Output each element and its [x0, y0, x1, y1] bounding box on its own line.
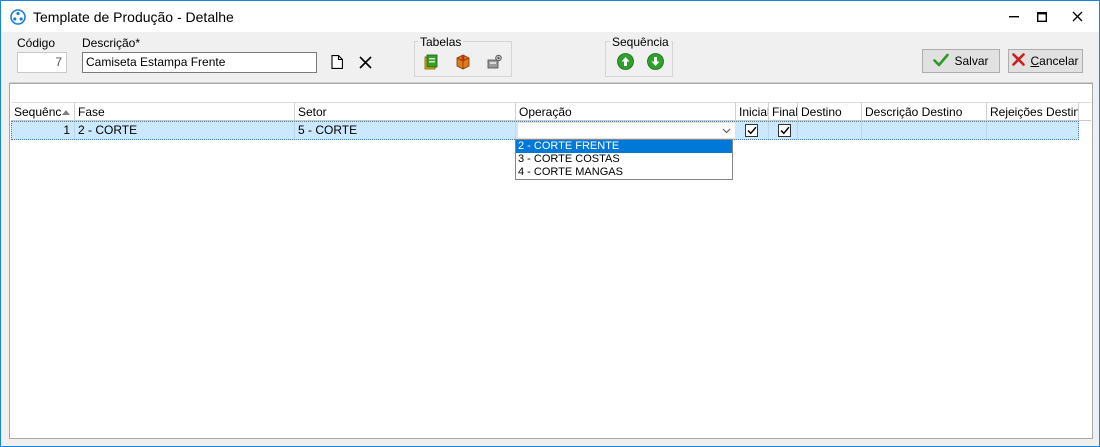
- descricao-field[interactable]: Camiseta Estampa Frente: [82, 52, 317, 73]
- cell-fase: 2 - CORTE: [75, 122, 295, 139]
- column-header-final[interactable]: Final: [769, 103, 798, 121]
- table-row[interactable]: 1 2 - CORTE 5 - CORTE: [11, 121, 1079, 140]
- app-logo-icon: [10, 9, 26, 25]
- column-header-setor[interactable]: Setor: [295, 103, 516, 121]
- close-window-button[interactable]: [1055, 1, 1099, 32]
- grid-header: Sequênc Fase Setor Operação Inicial Fina…: [11, 103, 1091, 121]
- cell-sequencia: 1: [12, 122, 75, 139]
- operacao-combo[interactable]: [517, 122, 736, 139]
- window-title: Template de Produção - Detalhe: [33, 9, 234, 25]
- minimize-button[interactable]: [999, 1, 1029, 32]
- grid-group-panel: [11, 85, 1091, 103]
- cell-destino: [798, 122, 862, 139]
- table-edit-icon[interactable]: [422, 53, 440, 71]
- cancel-x-icon: [1012, 53, 1026, 69]
- package-icon[interactable]: [454, 53, 472, 71]
- column-header-destino[interactable]: Destino: [798, 103, 862, 121]
- cancelar-button[interactable]: Cancelar: [1008, 49, 1083, 73]
- column-header-inicial[interactable]: Inicial: [736, 103, 769, 121]
- cell-final: [769, 122, 798, 139]
- final-checkbox[interactable]: [778, 124, 791, 137]
- maximize-button[interactable]: [1027, 1, 1057, 32]
- title-bar[interactable]: Template de Produção - Detalhe: [1, 1, 1099, 32]
- move-down-icon[interactable]: [646, 52, 664, 70]
- operacao-dropdown-list[interactable]: 2 - CORTE FRENTE 3 - CORTE COSTAS 4 - CO…: [515, 139, 733, 180]
- inicial-checkbox[interactable]: [745, 124, 758, 137]
- machine-settings-icon[interactable]: [485, 53, 503, 71]
- sequencia-title: Sequência: [610, 35, 671, 49]
- cell-rejeicoes-destino: [987, 122, 1078, 139]
- codigo-field[interactable]: 7: [17, 52, 67, 73]
- codigo-label: Código: [17, 36, 56, 50]
- cancelar-label: Cancelar: [1030, 54, 1079, 68]
- salvar-button[interactable]: Salvar: [922, 49, 1000, 73]
- tabelas-title: Tabelas: [418, 35, 464, 49]
- cell-setor: 5 - CORTE: [295, 122, 516, 139]
- new-document-icon[interactable]: [330, 54, 344, 70]
- descricao-label: Descrição*: [82, 36, 141, 50]
- dropdown-option[interactable]: 4 - CORTE MANGAS: [516, 166, 732, 179]
- salvar-label: Salvar: [954, 54, 989, 68]
- column-header-descricao-destino[interactable]: Descrição Destino: [862, 103, 987, 121]
- checkmark-icon: [933, 53, 950, 70]
- column-header-operacao[interactable]: Operação: [516, 103, 736, 121]
- clear-icon[interactable]: [357, 54, 373, 70]
- chevron-down-icon[interactable]: [719, 123, 733, 138]
- move-up-icon[interactable]: [616, 52, 634, 70]
- column-header-fase[interactable]: Fase: [75, 103, 295, 121]
- dropdown-option[interactable]: 3 - CORTE COSTAS: [516, 153, 732, 166]
- column-header-sequencia[interactable]: Sequênc: [11, 103, 75, 121]
- cell-inicial: [736, 122, 769, 139]
- dropdown-option[interactable]: 2 - CORTE FRENTE: [516, 140, 732, 153]
- window: Template de Produção - Detalhe Código 7 …: [0, 0, 1100, 447]
- production-steps-grid[interactable]: Sequênc Fase Setor Operação Inicial Fina…: [9, 83, 1093, 439]
- sort-ascending-icon: [62, 110, 70, 115]
- column-header-rejeicoes-destino[interactable]: Rejeições Destino: [987, 103, 1079, 121]
- cell-descricao-destino: [862, 122, 987, 139]
